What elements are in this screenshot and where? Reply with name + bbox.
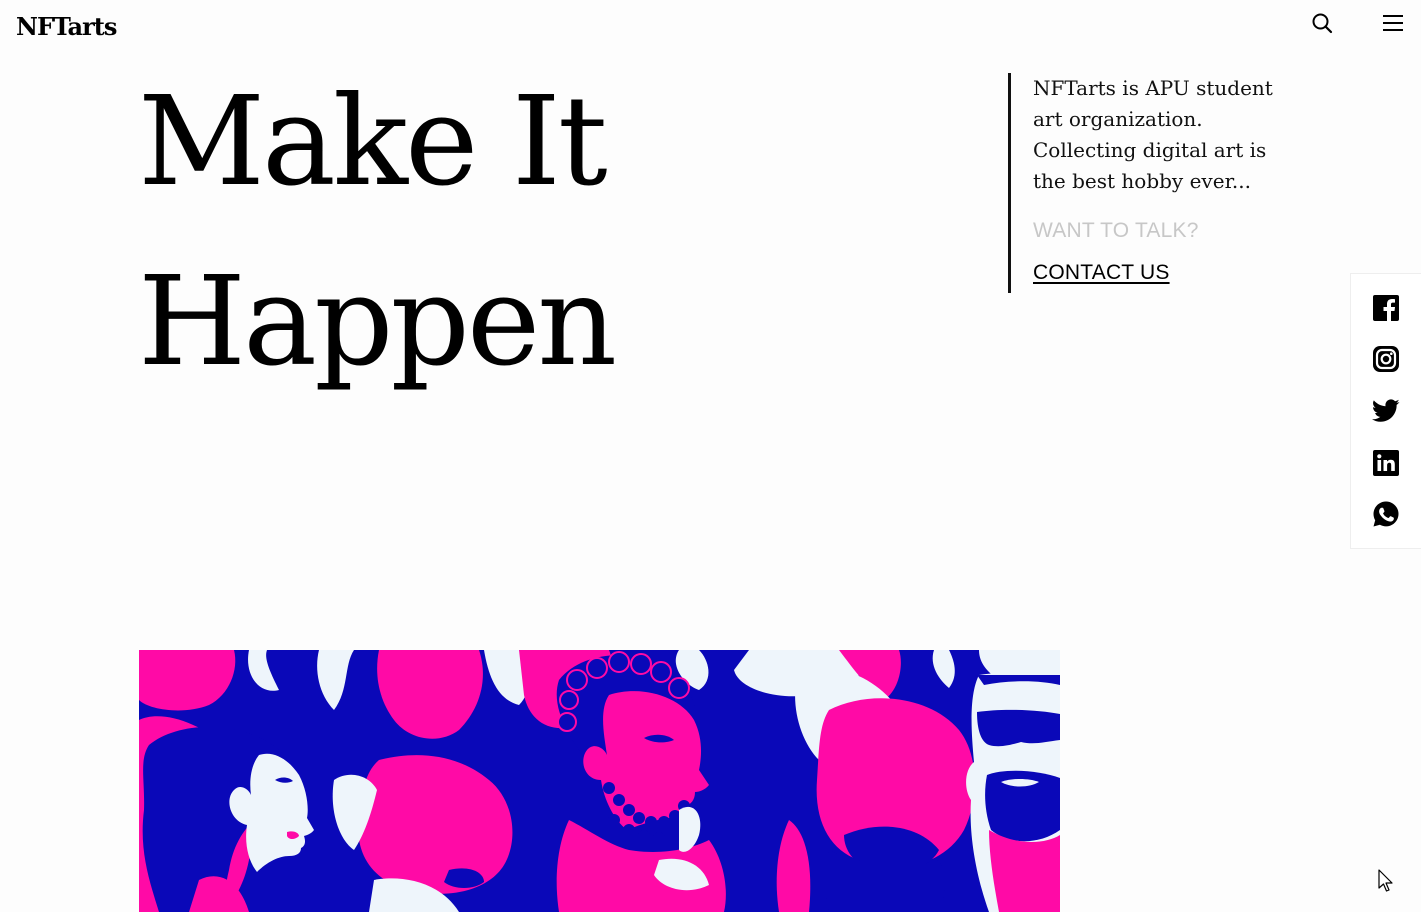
intro-text: NFTarts is APU student art organization.… — [1033, 76, 1273, 193]
hero-title-line-1: Make It — [138, 70, 608, 214]
social-whatsapp-link[interactable] — [1371, 499, 1401, 529]
banner-illustration — [139, 650, 1060, 912]
want-to-talk-label: WANT TO TALK? — [1033, 219, 1199, 242]
instagram-icon — [1373, 346, 1399, 373]
twitter-icon — [1372, 399, 1400, 422]
hero-title-line-2: Happen — [138, 250, 617, 394]
whatsapp-icon — [1373, 501, 1399, 527]
intro-block: NFTarts is APU student art organization.… — [1008, 73, 1298, 293]
social-linkedin-link[interactable] — [1371, 448, 1401, 478]
hero-title: Make It Happen — [138, 52, 617, 412]
hamburger-menu-icon — [1383, 15, 1403, 31]
facebook-icon — [1373, 294, 1399, 321]
mouse-cursor-icon — [1378, 869, 1393, 892]
search-button[interactable] — [1309, 10, 1335, 36]
social-facebook-link[interactable] — [1371, 293, 1401, 323]
site-logo[interactable]: NFTarts — [16, 12, 117, 41]
contact-us-link[interactable]: CONTACT US — [1033, 261, 1170, 285]
social-twitter-link[interactable] — [1371, 396, 1401, 426]
menu-button[interactable] — [1380, 10, 1406, 36]
social-sidebar — [1350, 273, 1421, 549]
social-instagram-link[interactable] — [1371, 344, 1401, 374]
linkedin-icon — [1373, 449, 1399, 476]
search-icon — [1312, 13, 1333, 34]
crowd-illustration — [139, 650, 1060, 912]
